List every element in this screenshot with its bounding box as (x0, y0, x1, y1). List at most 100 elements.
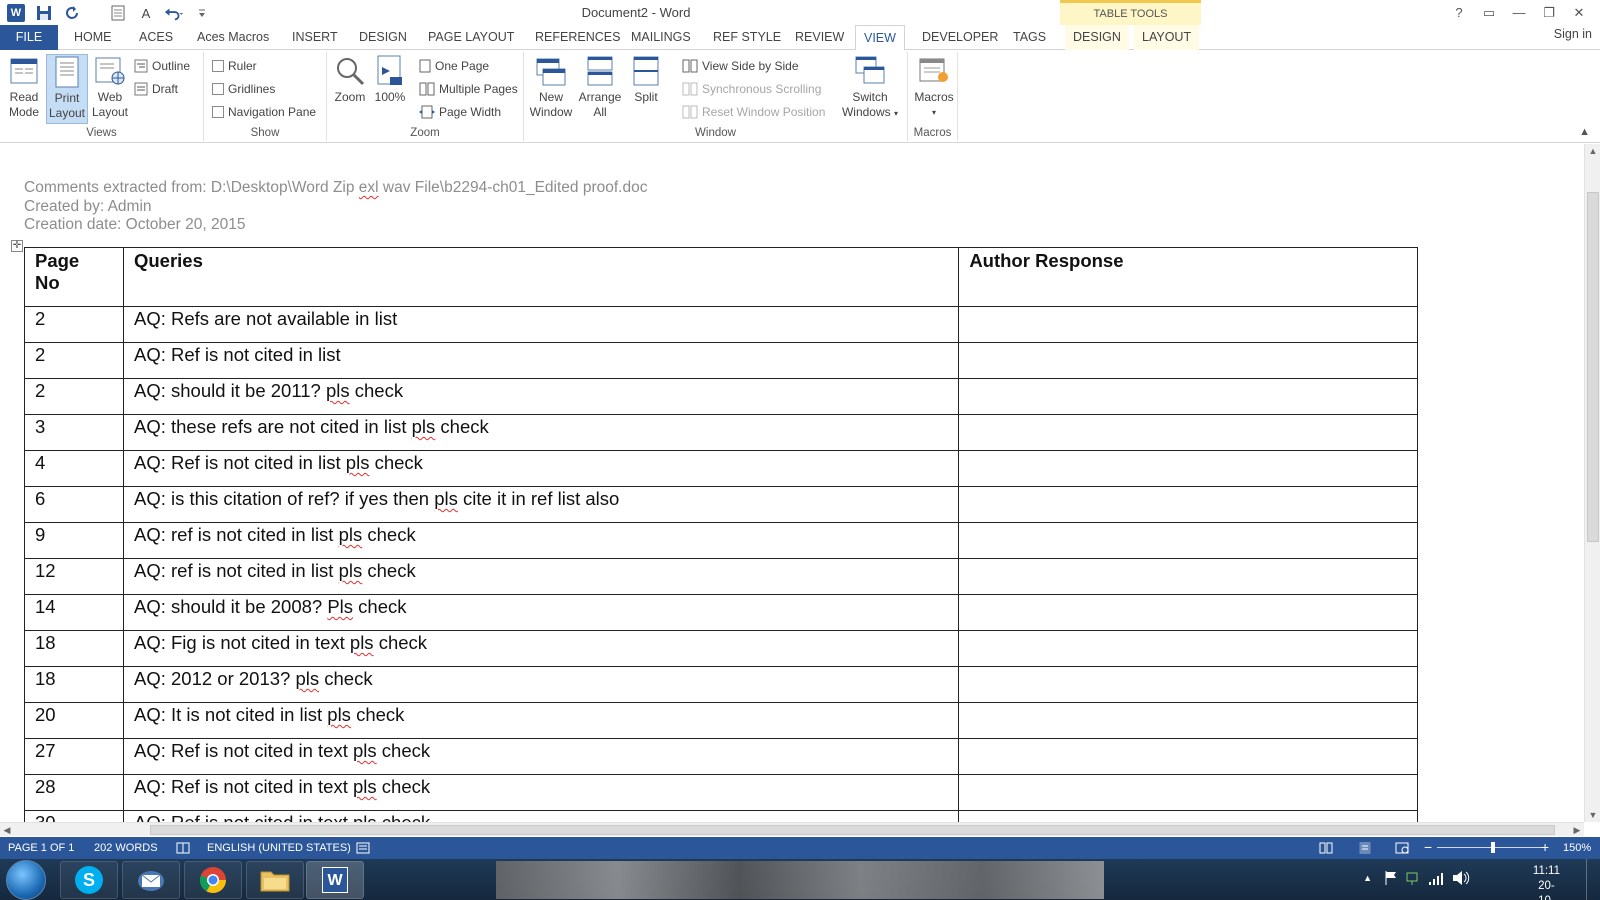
query-cell[interactable]: AQ: It is not cited in list pls check (122, 702, 960, 739)
tab-home[interactable]: HOME (66, 25, 120, 50)
query-cell[interactable]: AQ: 2012 or 2013? pls check (122, 666, 960, 703)
spelling-error[interactable]: Pls (327, 596, 353, 617)
one-page-button[interactable]: One Page (419, 56, 489, 76)
horizontal-scrollbar[interactable]: ◀ ▶ (0, 822, 1584, 836)
page-count[interactable]: PAGE 1 OF 1 (8, 842, 74, 854)
web-layout-button[interactable]: Web Layout (90, 54, 130, 120)
author-response-cell[interactable] (958, 630, 1418, 667)
header-author-response[interactable]: Author Response (958, 247, 1418, 307)
spelling-error[interactable]: pls (339, 524, 363, 545)
navigation-pane-checkbox[interactable]: Navigation Pane (212, 102, 316, 122)
tab-review[interactable]: REVIEW (787, 25, 852, 50)
collapse-ribbon-icon[interactable]: ▲ (1579, 126, 1590, 138)
tab-developer[interactable]: DEVELOPER (914, 25, 1006, 50)
table-move-handle-icon[interactable]: ✛ (11, 240, 23, 252)
action-center-flag-icon[interactable] (1384, 870, 1398, 889)
tab-tags[interactable]: TAGS (1005, 25, 1054, 50)
query-cell[interactable]: AQ: Ref is not cited in list pls check (122, 450, 960, 487)
ribbon-display-icon[interactable]: ▭ (1474, 0, 1504, 25)
spelling-error[interactable]: pls (346, 452, 370, 473)
explorer-taskbar-button[interactable] (246, 861, 304, 899)
scroll-up-icon[interactable]: ▲ (1585, 144, 1600, 158)
ruler-checkbox[interactable]: Ruler (212, 56, 257, 76)
page-no-cell[interactable]: 2 (24, 342, 124, 379)
split-button[interactable]: Split (626, 54, 666, 105)
read-mode-button[interactable]: Read Mode (4, 54, 44, 120)
multiple-pages-button[interactable]: Multiple Pages (419, 79, 518, 99)
start-button-icon[interactable] (6, 860, 46, 900)
read-mode-view-icon[interactable] (1319, 842, 1333, 857)
tab-design[interactable]: DESIGN (351, 25, 415, 50)
query-cell[interactable]: AQ: Ref is not cited in text pls check (122, 738, 960, 775)
query-cell[interactable]: AQ: should it be 2011? pls check (122, 378, 960, 415)
author-response-cell[interactable] (958, 774, 1418, 811)
zoom-out-button[interactable]: − (1424, 839, 1432, 855)
horizontal-scroll-thumb[interactable] (150, 825, 1555, 835)
gridlines-checkbox-box[interactable] (212, 83, 224, 95)
tab-table-layout[interactable]: LAYOUT (1134, 25, 1200, 50)
page-no-cell[interactable]: 14 (24, 594, 124, 631)
query-cell[interactable]: AQ: Ref is not cited in list (122, 342, 960, 379)
zoom-100-button[interactable]: 100% (371, 54, 409, 105)
vertical-scroll-thumb[interactable] (1587, 192, 1599, 542)
draft-button[interactable]: Draft (134, 79, 178, 99)
word-taskbar-button[interactable]: W (306, 861, 364, 899)
page-no-cell[interactable]: 20 (24, 702, 124, 739)
proofing-icon[interactable] (176, 842, 190, 857)
tab-aces[interactable]: ACES (131, 25, 181, 50)
scroll-down-icon[interactable]: ▼ (1585, 808, 1600, 822)
show-hidden-icons-icon[interactable]: ▲ (1363, 873, 1372, 883)
tab-references[interactable]: REFERENCES (527, 25, 628, 50)
page-no-cell[interactable]: 4 (24, 450, 124, 487)
page-no-cell[interactable]: 18 (24, 666, 124, 703)
query-cell[interactable]: AQ: should it be 2008? Pls check (122, 594, 960, 631)
zoom-in-button[interactable]: + (1541, 839, 1549, 855)
author-response-cell[interactable] (958, 738, 1418, 775)
reset-window-position-button[interactable]: Reset Window Position (682, 102, 825, 122)
sign-in-link[interactable]: Sign in (1554, 27, 1592, 41)
author-response-cell[interactable] (958, 666, 1418, 703)
synchronous-scrolling-button[interactable]: Synchronous Scrolling (682, 79, 821, 99)
page-no-cell[interactable]: 28 (24, 774, 124, 811)
zoom-button[interactable]: Zoom (331, 54, 369, 105)
spelling-error[interactable]: pls (434, 488, 458, 509)
ruler-checkbox-box[interactable] (212, 60, 224, 72)
view-side-by-side-button[interactable]: View Side by Side (682, 56, 799, 76)
show-desktop-button[interactable] (1586, 859, 1600, 900)
query-cell[interactable]: AQ: Fig is not cited in text pls check (122, 630, 960, 667)
close-icon[interactable]: ✕ (1564, 0, 1594, 25)
language[interactable]: ENGLISH (UNITED STATES) (207, 842, 351, 854)
query-cell[interactable]: AQ: is this citation of ref? if yes then… (122, 486, 960, 523)
scroll-left-icon[interactable]: ◀ (0, 823, 14, 837)
tab-page-layout[interactable]: PAGE LAYOUT (420, 25, 522, 50)
header-page-no[interactable]: Page No (24, 247, 124, 307)
signal-strength-icon[interactable] (1428, 870, 1444, 889)
author-response-cell[interactable] (958, 378, 1418, 415)
page-no-cell[interactable]: 27 (24, 738, 124, 775)
macros-button[interactable]: Macros ▾ (912, 54, 956, 120)
spelling-error[interactable]: pls (295, 668, 319, 689)
spelling-error[interactable]: pls (412, 416, 436, 437)
web-layout-view-icon[interactable] (1395, 842, 1409, 857)
query-cell[interactable]: AQ: Refs are not available in list (122, 306, 960, 343)
help-icon[interactable]: ? (1444, 0, 1474, 25)
author-response-cell[interactable] (958, 558, 1418, 595)
query-cell[interactable]: AQ: ref is not cited in list pls check (122, 558, 960, 595)
page-no-cell[interactable]: 2 (24, 306, 124, 343)
page-no-cell[interactable]: 9 (24, 522, 124, 559)
query-cell[interactable]: AQ: Ref is not cited in text pls check (122, 774, 960, 811)
query-cell[interactable]: AQ: these refs are not cited in list pls… (122, 414, 960, 451)
zoom-level[interactable]: 150% (1563, 842, 1591, 854)
author-response-cell[interactable] (958, 414, 1418, 451)
spelling-error[interactable]: pls (353, 740, 377, 761)
scroll-right-icon[interactable]: ▶ (1570, 823, 1584, 837)
author-response-cell[interactable] (958, 342, 1418, 379)
page-no-cell[interactable]: 30 (24, 810, 124, 822)
spelling-error[interactable]: pls (353, 812, 377, 823)
author-response-cell[interactable] (958, 810, 1418, 822)
page-no-cell[interactable]: 6 (24, 486, 124, 523)
spelling-error[interactable]: pls (350, 632, 374, 653)
author-response-cell[interactable] (958, 450, 1418, 487)
macro-recording-icon[interactable] (356, 842, 370, 857)
author-response-cell[interactable] (958, 486, 1418, 523)
